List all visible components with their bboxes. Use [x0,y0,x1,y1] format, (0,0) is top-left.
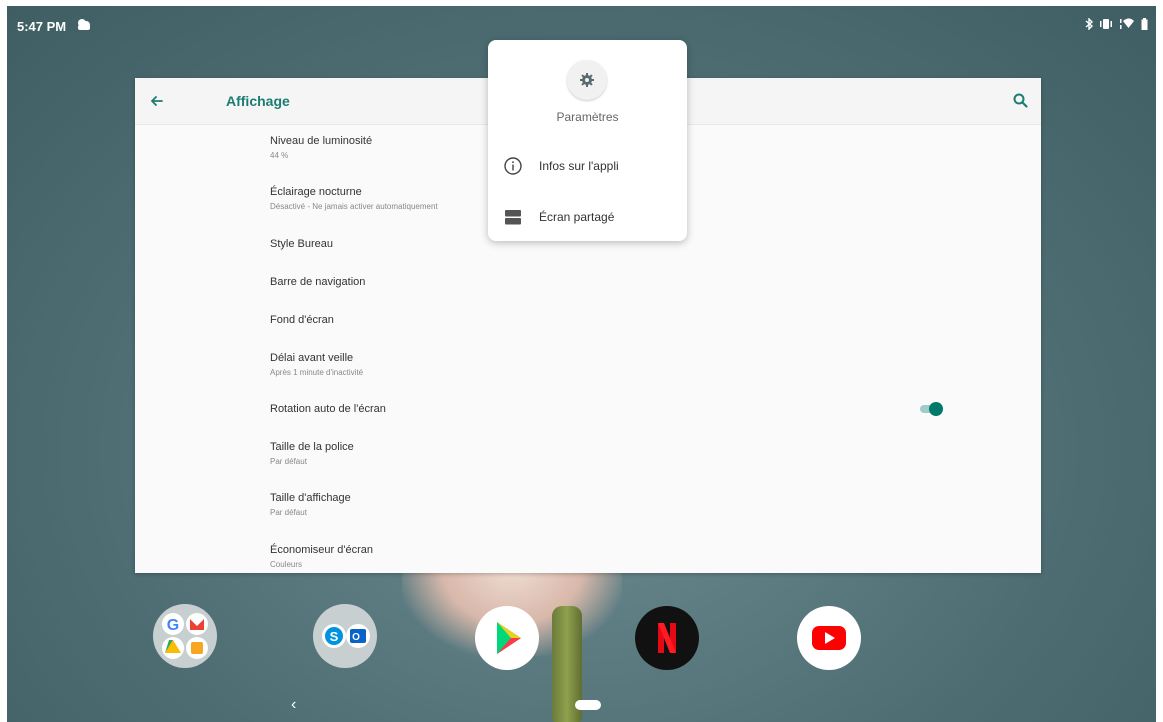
gear-icon [580,73,594,87]
bluetooth-icon [1085,18,1093,30]
menu-item-label: Infos sur l'appli [539,159,619,173]
popup-app-name: Paramètres [556,110,619,124]
setting-sleep-timeout[interactable]: Délai avant veille Après 1 minute d'inac… [270,352,950,377]
setting-title: Rotation auto de l'écran [270,403,386,415]
setting-wallpaper[interactable]: Fond d'écran [270,314,950,326]
vibrate-icon [1100,19,1112,29]
setting-title: Fond d'écran [270,314,334,326]
battery-icon [1141,18,1148,30]
setting-title: Taille d'affichage [270,492,351,504]
arrow-left-icon[interactable] [147,91,167,111]
settings-app-icon[interactable] [567,60,607,100]
netflix[interactable] [635,606,699,670]
app-info-menu-item[interactable]: Infos sur l'appli [488,146,687,186]
setting-display-size[interactable]: Taille d'affichage Par défaut [270,492,950,517]
youtube[interactable] [797,606,861,670]
svg-text:S: S [330,629,339,644]
setting-title: Taille de la police [270,441,354,453]
svg-text:O: O [352,632,360,643]
setting-summary: Après 1 minute d'inactivité [270,368,364,377]
split-screen-icon [505,210,521,225]
setting-summary: Par défaut [270,457,307,466]
menu-item-label: Écran partagé [539,210,615,224]
setting-title: Barre de navigation [270,276,366,288]
setting-summary: Par défaut [270,508,307,517]
svg-text:G: G [167,617,179,634]
microsoft-apps-folder[interactable]: S O [313,604,377,668]
page-title: Affichage [226,93,290,109]
search-icon[interactable] [1011,91,1031,111]
setting-navigation-bar[interactable]: Barre de navigation [270,276,950,288]
status-icons [1085,18,1148,30]
split-screen-menu-item[interactable]: Écran partagé [488,197,687,237]
nav-back-button[interactable]: ‹ [291,696,296,714]
info-icon [504,157,522,175]
netflix-icon [658,623,676,653]
play-store[interactable] [475,606,539,670]
youtube-icon [812,626,846,650]
setting-font-size[interactable]: Taille de la police Par défaut [270,441,950,466]
nav-home-pill[interactable] [575,700,601,710]
setting-title: Délai avant veille [270,352,354,364]
auto-rotate-toggle[interactable] [920,402,944,416]
wifi-icon [1120,18,1134,29]
setting-title: Économiseur d'écran [270,544,373,556]
app-shortcut-popup: Paramètres Infos sur l'appli Écran parta… [488,40,687,241]
toggle-thumb [929,402,943,416]
setting-summary: Couleurs [270,560,303,569]
setting-auto-rotate[interactable]: Rotation auto de l'écran [270,403,950,415]
status-time: 5:47 PM [17,19,67,34]
weather-cloud-icon [78,19,90,30]
google-apps-folder-icon: G [162,613,208,659]
setting-screen-saver[interactable]: Économiseur d'écran Couleurs [270,544,950,569]
google-apps-folder[interactable]: G [153,604,217,668]
home-screen: 5:47 PM Affichage Niveau de luminosité 4… [7,6,1156,722]
skype-outlook-folder-icon: S O [322,624,370,648]
play-store-icon [497,622,521,654]
